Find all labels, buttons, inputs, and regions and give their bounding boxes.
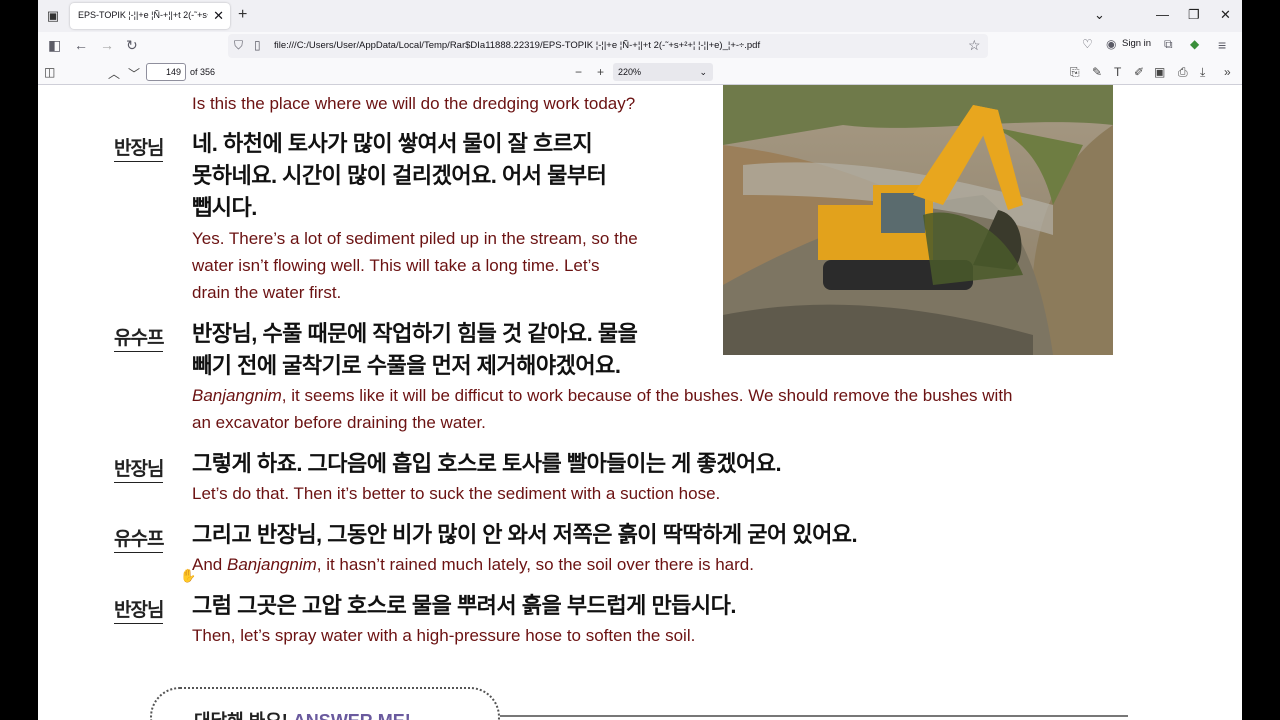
answer-section-title: 대답해 봐요! ANSWER ME! [194, 707, 411, 720]
text-icon[interactable]: T [1114, 65, 1121, 79]
draw-icon[interactable]: ✎ [1092, 65, 1102, 79]
english-text: , it hasn’t rained much lately, so the s… [316, 555, 754, 574]
speaker-label: 유수프 [114, 323, 164, 352]
pocket-icon[interactable]: ♡ [1082, 37, 1093, 51]
italic-name: Banjangnim [192, 386, 282, 405]
account-icon[interactable]: ◉ [1106, 37, 1116, 51]
speaker-label: 유수프 [114, 524, 164, 553]
nav-bar: ◧ ← → ↻ ⛉ ▯ file:///C:/Users/User/AppDat… [38, 32, 1242, 60]
close-window-icon[interactable]: ✕ [1220, 7, 1231, 23]
english-line: And Banjangnim, it hasn’t rained much la… [192, 551, 754, 578]
ink-icon[interactable]: ✐ [1134, 65, 1144, 79]
answer-title-en: ANSWER ME! [293, 711, 411, 720]
english-line: Yes. There’s a lot of sediment piled up … [192, 229, 638, 248]
speaker-label: 반장님 [114, 454, 164, 483]
excavator-photo [723, 85, 1113, 355]
back-icon[interactable]: ← [74, 37, 88, 53]
korean-line: 그럼 그곳은 고압 호스로 물을 뿌려서 흙을 부드럽게 만듭시다. [192, 593, 737, 618]
answer-title-ko: 대답해 봐요! [194, 711, 288, 720]
chevron-down-icon[interactable]: ⌄ [1094, 7, 1105, 23]
sidebar-panel-icon[interactable]: ◫ [44, 65, 55, 79]
english-line: Then, let’s spray water with a high-pres… [192, 626, 696, 645]
sidebar-toggle-icon[interactable]: ◧ [48, 37, 61, 54]
previous-page-icon[interactable]: ︿ [108, 65, 120, 82]
tab-title: EPS-TOPIK ¦-¦|+e ¦Ñ-+¦|+t 2(-˜+s+²· [78, 10, 208, 20]
minimize-icon[interactable]: — [1156, 7, 1169, 22]
speaker-label: 반장님 [114, 133, 164, 162]
italic-name: Banjangnim [226, 555, 317, 574]
close-icon[interactable]: ✕ [213, 8, 224, 24]
url-text[interactable]: file:///C:/Users/User/AppData/Local/Temp… [274, 40, 760, 51]
print-icon[interactable]: ⎙ [1178, 65, 1188, 80]
shield-icon[interactable]: ⛉ [234, 38, 243, 53]
tab-pdf[interactable]: EPS-TOPIK ¦-¦|+e ¦Ñ-+¦|+t 2(-˜+s+²· ✕ [70, 3, 230, 29]
english-line: Is this the place where we will do the d… [192, 94, 636, 113]
english-line: drain the water first. [192, 283, 342, 302]
english-text: , it seems like it will be difficut to w… [281, 386, 1013, 405]
zoom-select[interactable]: 220% ⌄ [613, 63, 713, 81]
chevron-down-icon: ⌄ [699, 67, 707, 77]
extensions-icon[interactable]: ⧉ [1164, 37, 1173, 52]
korean-line: 반장님, 수풀 때문에 작업하기 힘들 것 같아요. 물을 [192, 321, 638, 346]
zoom-value: 220% [618, 67, 642, 77]
english-line: water isn’t flowing well. This will take… [192, 256, 600, 275]
english-text: And [192, 555, 227, 574]
pdf-toolbar: ◫ ︿ ﹀ 149 of 356 − + 220% ⌄ ⎘ ✎ T ✐ ▣ ⎙ … [38, 60, 1242, 85]
speaker-label: 반장님 [114, 595, 164, 624]
browser-window: ▣ EPS-TOPIK ¦-¦|+e ¦Ñ-+¦|+t 2(-˜+s+²· ✕ … [38, 0, 1242, 720]
page-total: of 356 [190, 67, 216, 77]
divider [498, 715, 1128, 717]
new-tab-button[interactable]: + [238, 6, 247, 24]
page-number-input[interactable]: 149 [146, 63, 186, 81]
addon-icon[interactable]: ◆ [1190, 37, 1199, 51]
english-line: Banjangnim, it seems like it will be dif… [192, 382, 1013, 409]
url-bar[interactable]: ⛉ ▯ file:///C:/Users/User/AppData/Local/… [228, 34, 988, 58]
zoom-out-icon[interactable]: − [575, 65, 582, 79]
image-icon[interactable]: ▣ [1154, 65, 1165, 79]
forward-icon[interactable]: → [100, 37, 114, 53]
korean-line: 못하네요. 시간이 많이 걸리겠어요. 어서 물부터 [192, 163, 607, 188]
pdf-page: Is this the place where we will do the d… [38, 85, 1242, 720]
menu-icon[interactable]: ≡ [1218, 37, 1226, 53]
korean-line: 그리고 반장님, 그동안 비가 많이 안 와서 저쪽은 흙이 딱딱하게 굳어 있… [192, 522, 858, 547]
next-page-icon[interactable]: ﹀ [128, 65, 140, 82]
reload-icon[interactable]: ↻ [126, 37, 138, 54]
highlight-icon[interactable]: ⎘ [1070, 65, 1080, 80]
hand-cursor-icon: ✋ [180, 568, 197, 583]
english-line: an excavator before draining the water. [192, 413, 486, 432]
tab-list-icon[interactable]: ▣ [42, 6, 64, 26]
zoom-in-icon[interactable]: + [597, 65, 604, 79]
save-icon[interactable]: ⤓ [1200, 65, 1205, 80]
korean-line: 뺍시다. [192, 195, 257, 220]
english-line: Let’s do that. Then it’s better to suck … [192, 484, 721, 503]
file-icon: ▯ [254, 38, 261, 52]
korean-line: 빼기 전에 굴착기로 수풀을 먼저 제거해야겠어요. [192, 353, 621, 378]
korean-line: 그렇게 하죠. 그다음에 흡입 호스로 토사를 빨아들이는 게 좋겠어요. [192, 451, 782, 476]
bookmark-star-icon[interactable]: ☆ [968, 37, 981, 54]
tab-bar: ▣ EPS-TOPIK ¦-¦|+e ¦Ñ-+¦|+t 2(-˜+s+²· ✕ … [38, 0, 1242, 32]
korean-line: 네. 하천에 토사가 많이 쌓여서 물이 잘 흐르지 [192, 131, 593, 156]
sign-in-button[interactable]: Sign in [1122, 38, 1151, 49]
restore-icon[interactable]: ❐ [1188, 7, 1200, 23]
answer-section-box: 대답해 봐요! ANSWER ME! [150, 687, 500, 720]
more-tools-icon[interactable]: » [1224, 65, 1231, 79]
